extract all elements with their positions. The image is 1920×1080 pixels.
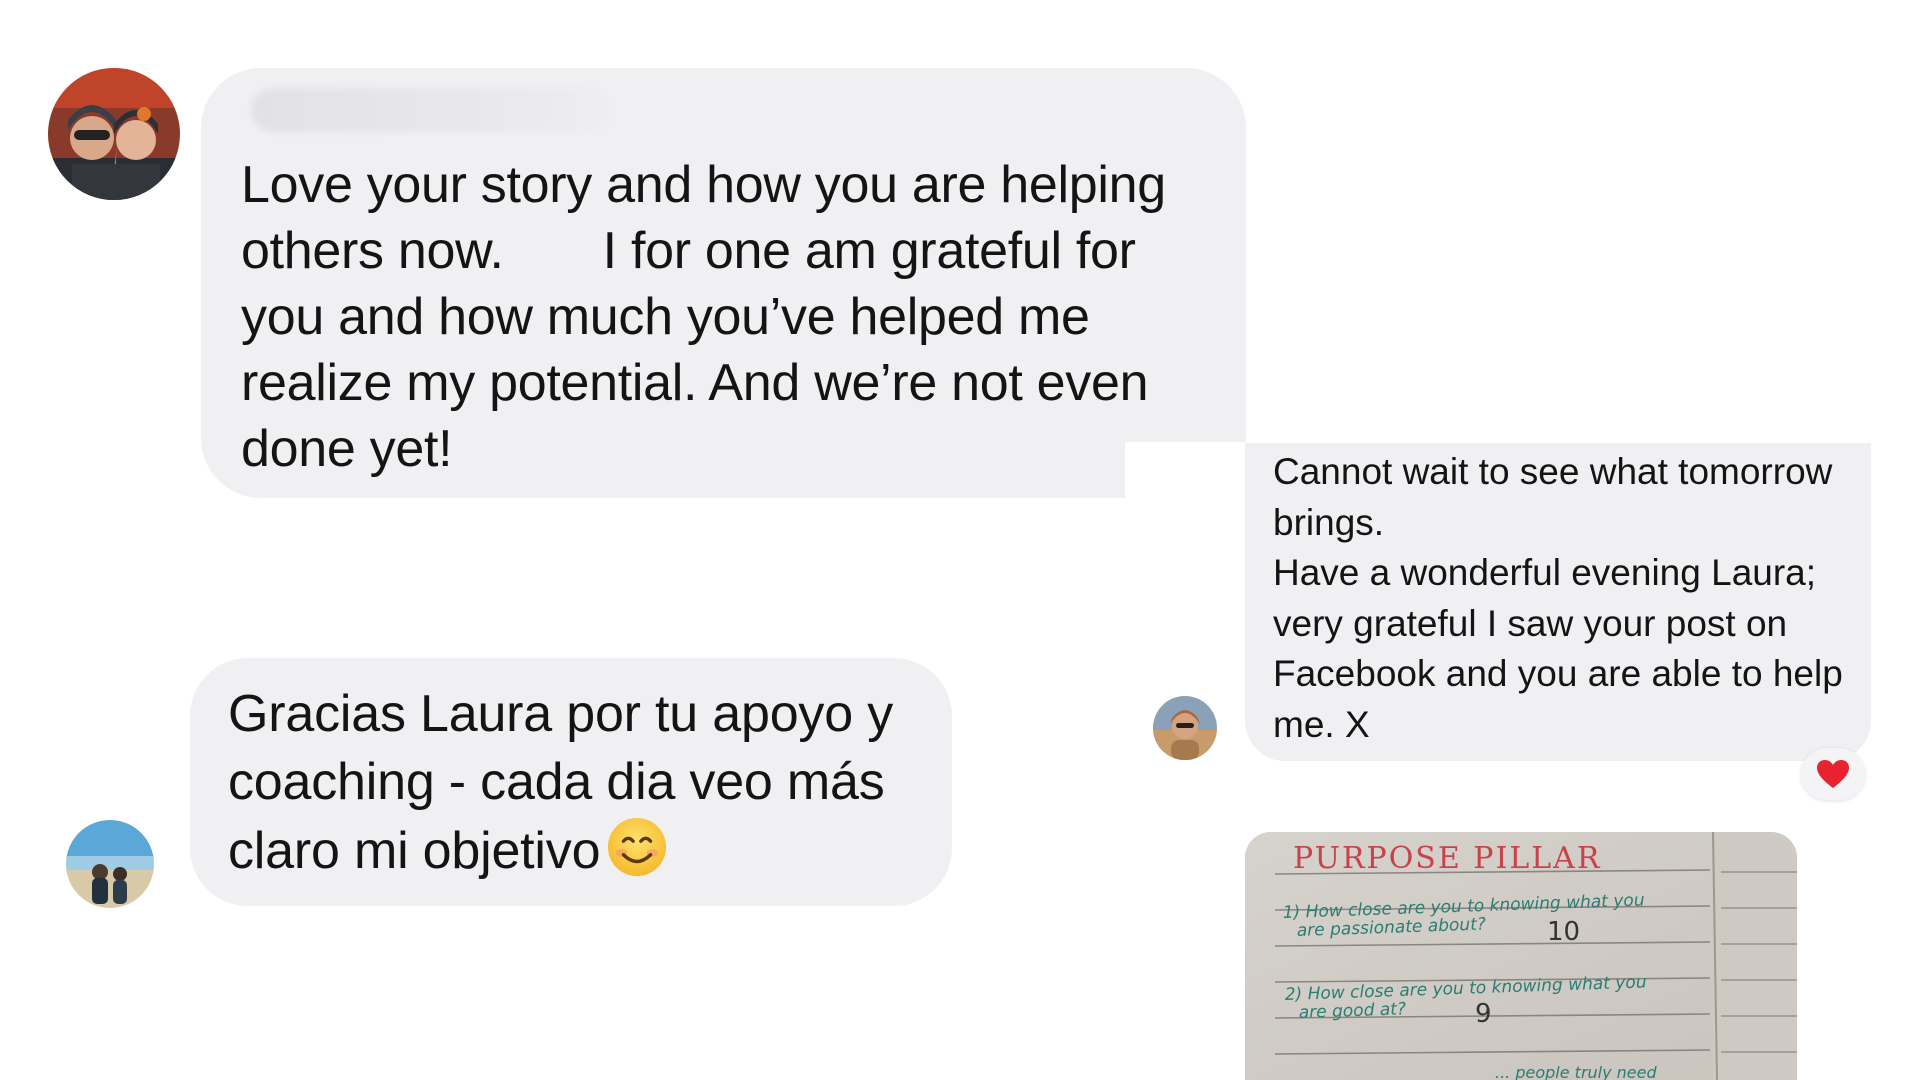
sender-avatar[interactable] [48,68,180,200]
notebook-q2-answer: 9 [1475,999,1492,1029]
notebook-q3-partial: ... people truly need [1495,1063,1657,1080]
avatar-photo [48,68,180,200]
sender-name-redacted [251,88,611,132]
sender-avatar[interactable] [1153,696,1217,760]
message-text: Cannot wait to see what tomorrow brings.… [1273,451,1843,745]
notebook-q2-line2: are good at? [1298,999,1406,1023]
notebook-photo[interactable]: PURPOSE PILLAR 1) How close are you to k… [1245,832,1797,1080]
heart-icon [1817,760,1849,788]
notebook-title: PURPOSE PILLAR [1293,841,1601,876]
screenshot-overlap [1125,442,1265,502]
message-bubble-received[interactable]: Cannot wait to see what tomorrow brings.… [1245,443,1871,761]
message-bubble-received[interactable]: Love your story and how you are helping … [201,68,1246,498]
smiling-face-icon [608,817,667,877]
avatar-photo [66,820,154,908]
message-text-wrap: Gracias Laura por tu apoyo y coaching - … [228,680,928,885]
avatar-photo [1153,696,1217,760]
sender-avatar[interactable] [66,820,154,908]
message-text: Gracias Laura por tu apoyo y coaching - … [228,685,893,880]
notebook-image: PURPOSE PILLAR 1) How close are you to k… [1245,832,1797,1080]
message-bubble-received[interactable]: Gracias Laura por tu apoyo y coaching - … [190,658,952,906]
notebook-q1-answer: 10 [1547,917,1580,947]
message-text: Love your story and how you are helping … [241,156,1166,478]
reaction-badge[interactable] [1801,748,1865,800]
